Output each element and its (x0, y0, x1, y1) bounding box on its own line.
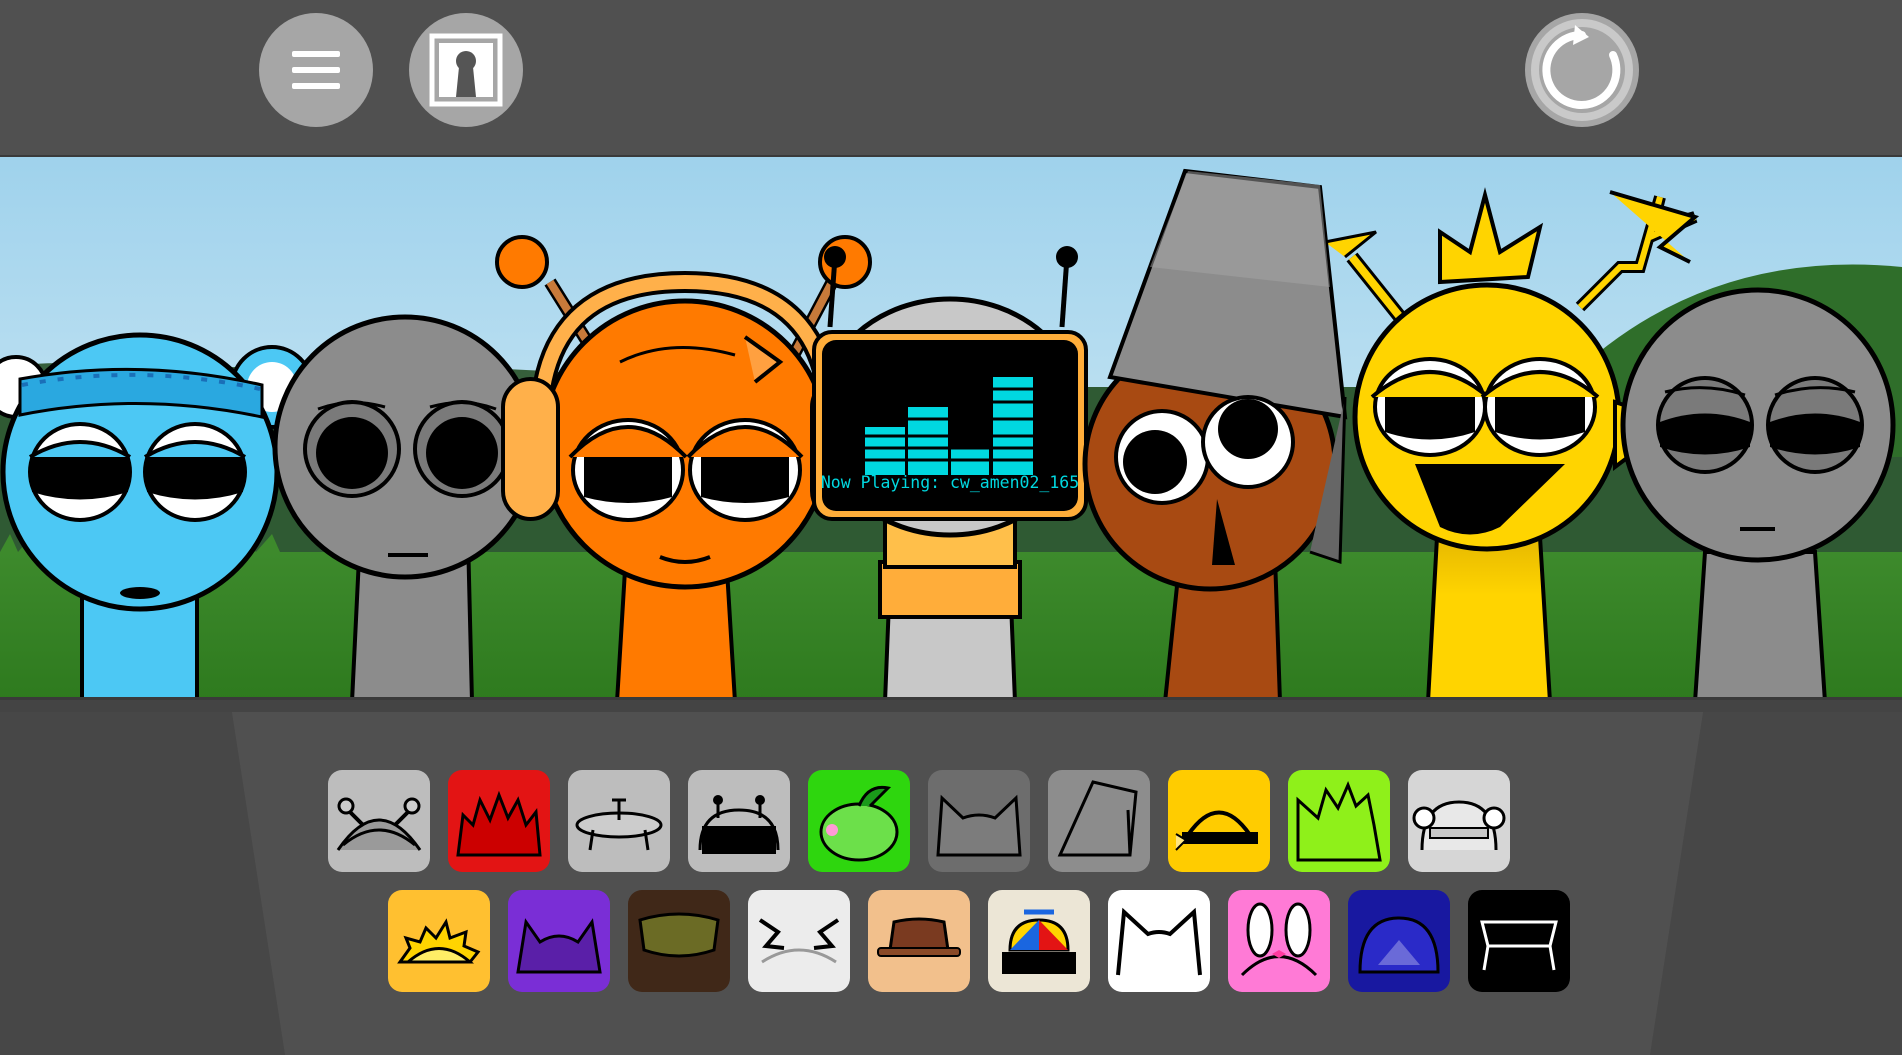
keyhole-portrait-icon (429, 33, 503, 107)
cat-ears-gray-sound[interactable] (928, 770, 1030, 872)
blue-dome-sound[interactable] (1348, 890, 1450, 992)
character-stage: Now Playing: cw_amen02_165 (0, 155, 1902, 700)
reset-button[interactable] (1525, 13, 1639, 127)
red-spiky-sound[interactable] (448, 770, 550, 872)
stage-scene: Now Playing: cw_amen02_165 (0, 157, 1902, 697)
game-screen: Now Playing: cw_amen02_165 (0, 0, 1902, 1055)
purple-horns-sound[interactable] (508, 890, 610, 992)
menu-button[interactable] (259, 13, 373, 127)
sound-tray (0, 700, 1902, 1055)
portrait-button[interactable] (409, 13, 523, 127)
black-bench-sound[interactable] (1468, 890, 1570, 992)
propeller-cap-sound[interactable] (988, 890, 1090, 992)
bucket-sound[interactable] (1048, 770, 1150, 872)
antenna-loops-sound[interactable] (328, 770, 430, 872)
lime-spiky-sound[interactable] (1288, 770, 1390, 872)
olive-hair-sound[interactable] (628, 890, 730, 992)
restart-icon (1531, 19, 1633, 121)
now-playing-text: Now Playing: cw_amen02_165 (821, 473, 1079, 492)
yellow-headphones-sound[interactable] (1168, 770, 1270, 872)
ufo-dish-sound[interactable] (568, 770, 670, 872)
green-melon-sound[interactable] (808, 770, 910, 872)
tray-background (0, 700, 1902, 1055)
headband-bear-sound[interactable] (1408, 770, 1510, 872)
sun-crown-sound[interactable] (388, 890, 490, 992)
top-bar (0, 0, 1902, 155)
hamburger-menu-icon (292, 51, 340, 89)
white-lightning-sound[interactable] (748, 890, 850, 992)
white-cat-sound[interactable] (1108, 890, 1210, 992)
tv-antenna-sound[interactable] (688, 770, 790, 872)
pink-bunny-sound[interactable] (1228, 890, 1330, 992)
brown-hat-sound[interactable] (868, 890, 970, 992)
